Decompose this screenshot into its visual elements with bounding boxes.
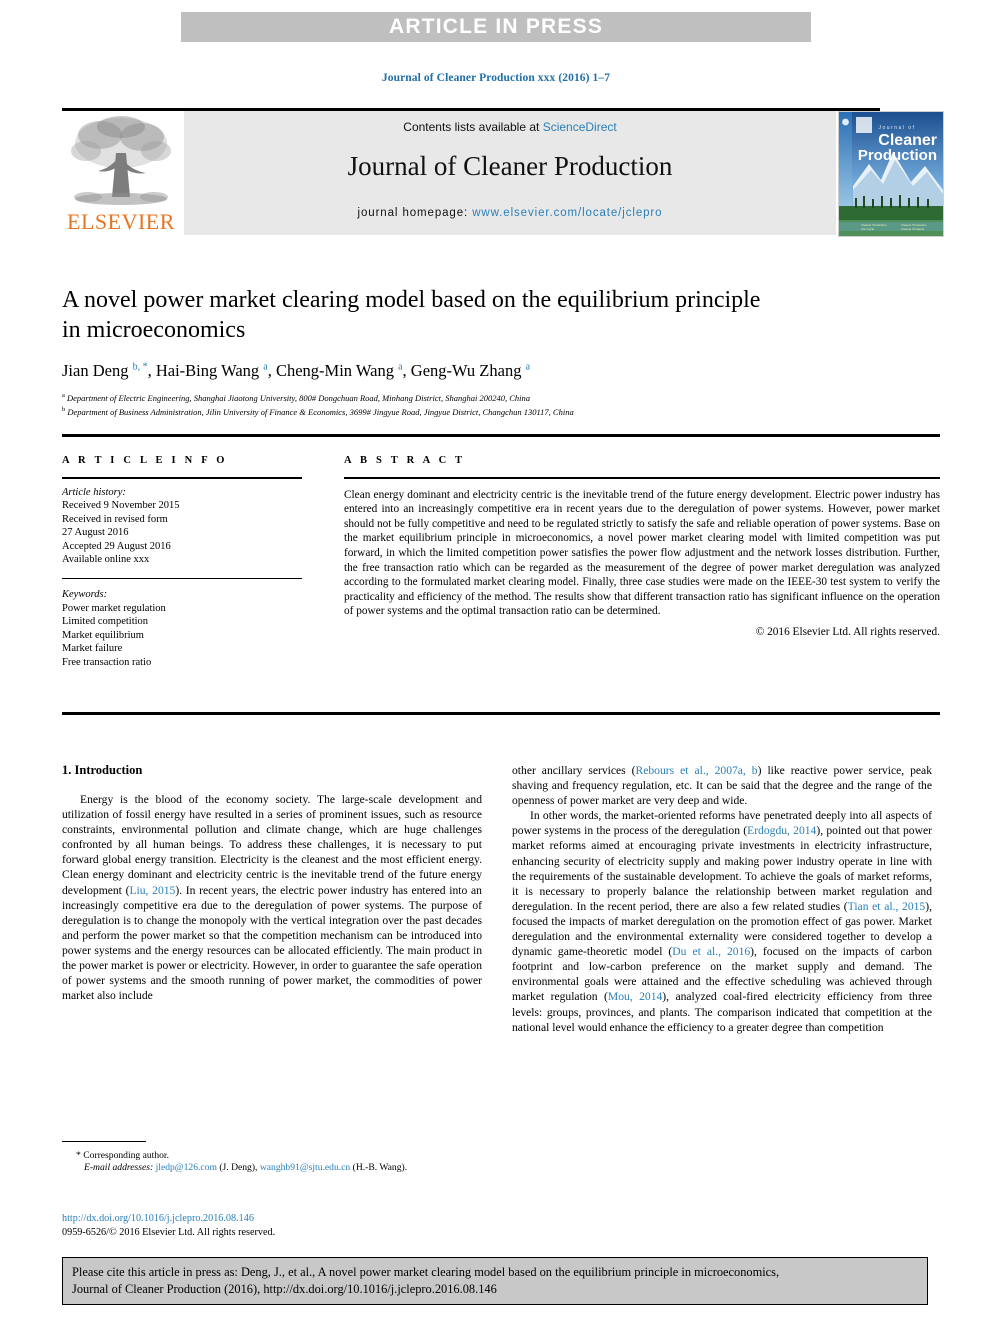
email-addresses-label: E-mail addresses:	[84, 1162, 154, 1174]
journal-homepage-line: journal homepage: www.elsevier.com/locat…	[184, 207, 836, 219]
keywords-rule	[62, 577, 302, 580]
article-history-label: Article history:	[62, 486, 126, 498]
abstract-column: A B S T R A C T Clean energy dominant an…	[344, 455, 940, 638]
email-link-deng[interactable]: jledp@126.com	[156, 1162, 217, 1173]
intro-p1c-pre: other ancillary services (	[512, 764, 636, 777]
elsevier-logo: ELSEVIER	[62, 111, 180, 235]
keyword-item: Market failure	[62, 643, 123, 655]
doi-link[interactable]: http://dx.doi.org/10.1016/j.jclepro.2016…	[62, 1212, 482, 1226]
history-line: Received 9 November 2015	[62, 500, 180, 512]
journal-cover-thumbnail: Journal of Cleaner Production Cleaner Pr…	[838, 111, 944, 237]
footnote-block: * Corresponding author. E-mail addresses…	[62, 1150, 482, 1175]
article-info-column: A R T I C L E I N F O Article history: R…	[62, 455, 302, 669]
citation-tian-2015[interactable]: Tian et al., 2015	[848, 900, 926, 913]
article-info-heading: A R T I C L E I N F O	[62, 455, 228, 466]
cite-line-2: Journal of Cleaner Production (2016), ht…	[72, 1282, 497, 1296]
contents-prefix: Contents lists available at	[403, 120, 543, 134]
citation-liu-2015[interactable]: Liu, 2015	[129, 884, 175, 897]
email-owner-deng: (J. Deng),	[219, 1162, 258, 1174]
article-history-block: Article history: Received 9 November 201…	[62, 486, 302, 567]
masthead-center-panel: Contents lists available at ScienceDirec…	[184, 111, 836, 235]
intro-paragraph-2: In other words, the market-oriented refo…	[512, 808, 932, 1034]
svg-text:Production: Production	[858, 147, 937, 164]
panel-top-rule	[62, 434, 940, 437]
keyword-item: Power market regulation	[62, 602, 166, 614]
page-title: A novel power market clearing model base…	[62, 287, 761, 343]
article-info-rule	[62, 477, 302, 479]
body-column-right: other ancillary services (Rebours et al.…	[512, 763, 932, 1035]
history-line: Accepted 29 August 2016	[62, 540, 171, 552]
journal-running-head: Journal of Cleaner Production xxx (2016)…	[381, 72, 611, 84]
footnote-rule	[62, 1141, 146, 1142]
email-link-wang[interactable]: wanghb91@sjtu.edu.cn	[260, 1162, 350, 1173]
cite-this-article-box: Please cite this article in press as: De…	[62, 1257, 928, 1305]
article-in-press-banner: ARTICLE IN PRESS	[181, 12, 811, 42]
journal-masthead: ELSEVIER Contents lists available at Sci…	[62, 111, 944, 237]
author-list: Jian Deng b, *, Hai-Bing Wang a, Cheng-M…	[62, 361, 531, 380]
keyword-item: Market equilibrium	[62, 629, 144, 641]
journal-cover-art: Journal of Cleaner Production Cleaner Pr…	[839, 112, 943, 236]
doi-block: http://dx.doi.org/10.1016/j.jclepro.2016…	[62, 1212, 482, 1239]
affiliation-a-text: Department of Electric Engineering, Shan…	[67, 392, 530, 403]
abstract-heading: A B S T R A C T	[344, 455, 466, 466]
abstract-copyright: © 2016 Elsevier Ltd. All rights reserved…	[755, 625, 940, 638]
intro-paragraph-1: Energy is the blood of the economy socie…	[62, 792, 482, 1003]
email-owner-wang: (H.-B. Wang).	[352, 1162, 408, 1174]
svg-text:Journal of: Journal of	[879, 125, 916, 131]
cite-line-1: Please cite this article in press as: De…	[72, 1265, 780, 1279]
section-heading-introduction: 1. Introduction	[62, 763, 143, 777]
intro-p1-pre: Energy is the blood of the economy socie…	[62, 793, 482, 897]
history-line: 27 August 2016	[62, 527, 129, 539]
intro-p1-post: ). In recent years, the electric power i…	[62, 883, 482, 1003]
issn-copyright-line: 0959-6526/© 2016 Elsevier Ltd. All right…	[62, 1226, 276, 1238]
intro-paragraph-1-continued: other ancillary services (Rebours et al.…	[512, 763, 932, 808]
elsevier-wordmark: ELSEVIER	[67, 209, 175, 234]
citation-du-2016[interactable]: Du et al., 2016	[672, 945, 750, 958]
history-line: Available online xxx	[62, 554, 150, 566]
affiliations: a Department of Electric Engineering, Sh…	[62, 390, 880, 419]
journal-homepage-link[interactable]: www.elsevier.com/locate/jclepro	[472, 207, 662, 219]
elsevier-tree-icon	[71, 116, 171, 205]
affiliation-b: b Department of Business Administration,…	[62, 406, 574, 418]
citation-mou-2014[interactable]: Mou, 2014	[608, 990, 662, 1003]
keywords-block: Keywords: Power market regulation Limite…	[62, 588, 302, 669]
svg-text:Cleaner Products: Cleaner Products	[901, 227, 925, 231]
abstract-text: Clean energy dominant and electricity ce…	[344, 488, 940, 618]
email-addresses-line: E-mail addresses: jledp@126.com (J. Deng…	[62, 1162, 482, 1174]
panel-bottom-rule	[62, 712, 940, 715]
journal-title: Journal of Cleaner Production	[347, 151, 673, 181]
sciencedirect-link[interactable]: ScienceDirect	[543, 120, 617, 134]
body-column-left: 1. Introduction Energy is the blood of t…	[62, 763, 482, 1003]
article-in-press-label: ARTICLE IN PRESS	[388, 15, 604, 38]
contents-available-line: Contents lists available at ScienceDirec…	[184, 120, 836, 134]
keyword-item: Free transaction ratio	[62, 656, 152, 668]
affiliation-a: a Department of Electric Engineering, Sh…	[62, 392, 530, 403]
keyword-item: Limited competition	[62, 616, 149, 628]
homepage-prefix: journal homepage:	[357, 207, 473, 219]
keywords-label: Keywords:	[62, 589, 108, 601]
citation-erdogdu-2014[interactable]: Erdogdu, 2014	[747, 824, 816, 837]
svg-text:Life Cycle: Life Cycle	[861, 227, 875, 231]
affiliation-b-text: Department of Business Administration, J…	[67, 407, 574, 418]
abstract-rule	[344, 477, 940, 479]
corresponding-author-note: * Corresponding author.	[76, 1150, 169, 1161]
history-line: Received in revised form	[62, 513, 168, 525]
citation-rebours-2007[interactable]: Rebours et al., 2007a, b	[636, 764, 758, 777]
title-block: A novel power market clearing model base…	[62, 285, 880, 419]
